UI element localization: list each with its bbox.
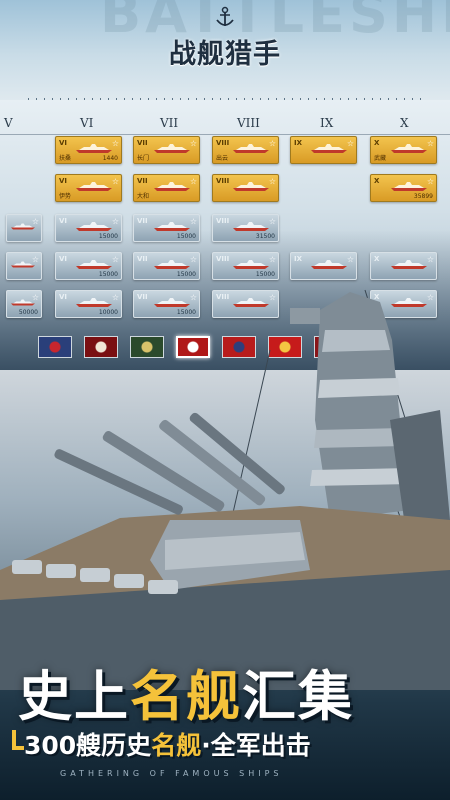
- tier-badge: X: [374, 255, 380, 263]
- headline-highlight: 名舰: [130, 665, 242, 728]
- tier-label: IX: [320, 116, 334, 130]
- tier-label: VI: [80, 116, 94, 130]
- top-banner: BATTLESHIP 战舰猎手: [0, 0, 450, 104]
- english-tagline: GATHERING OF FAMOUS SHIPS: [60, 769, 283, 778]
- star-icon: ☆: [268, 177, 276, 186]
- star-icon: ☆: [426, 255, 434, 264]
- star-icon: ☆: [31, 217, 39, 226]
- tier-label: V: [4, 116, 13, 130]
- tier-badge: VI: [59, 255, 68, 263]
- tier-badge: VI: [59, 139, 68, 147]
- subheadline-part: 300艘历史: [24, 731, 152, 760]
- ship-silhouette-icon: [154, 182, 190, 191]
- ship-silhouette-icon: [76, 182, 112, 191]
- ship-name: 大和: [137, 193, 150, 200]
- star-icon: ☆: [426, 177, 434, 186]
- ship-name: 扶桑: [59, 155, 72, 162]
- ship-name: 伊势: [59, 193, 72, 200]
- subheadline: 300艘历史名舰·全军出击: [24, 726, 311, 762]
- star-icon: ☆: [111, 255, 119, 264]
- anchor-icon: [216, 6, 234, 26]
- tier-label: VII: [160, 116, 179, 130]
- ship-silhouette-icon: [391, 260, 427, 269]
- star-icon: ☆: [189, 139, 197, 148]
- ship-card[interactable]: VIII 出云 ☆: [212, 136, 279, 164]
- ship-card[interactable]: VII 长门 ☆: [133, 136, 200, 164]
- ship-name: 出云: [216, 155, 229, 162]
- tier-badge: VIII: [216, 255, 230, 263]
- star-icon: ☆: [426, 139, 434, 148]
- ship-silhouette-icon: [311, 144, 347, 153]
- ship-silhouette-icon: [154, 260, 190, 269]
- ship-card[interactable]: VII 大和 ☆: [133, 174, 200, 202]
- star-icon: ☆: [268, 255, 276, 264]
- ship-card[interactable]: VII 15000 ☆: [133, 214, 200, 242]
- tier-badge: VI: [59, 177, 68, 185]
- ship-silhouette-icon: [391, 182, 427, 191]
- ship-silhouette-icon: [233, 182, 269, 191]
- subheadline-highlight: 名舰: [151, 731, 202, 760]
- ship-cost: 15000: [98, 233, 118, 240]
- ship-card[interactable]: VI 扶桑 1440 ☆: [55, 136, 122, 164]
- subheadline-part: ·全军出击: [201, 731, 311, 760]
- ship-card[interactable]: IX ☆: [290, 136, 357, 164]
- star-icon: ☆: [111, 139, 119, 148]
- ship-card[interactable]: VIII 31500 ☆: [212, 214, 279, 242]
- ship-card[interactable]: X 35899 ☆: [370, 174, 437, 202]
- star-icon: ☆: [268, 217, 276, 226]
- ship-cost: 1440: [102, 155, 118, 162]
- ship-card[interactable]: ☆: [6, 214, 42, 242]
- ship-silhouette-icon: [311, 260, 347, 269]
- game-logo: 战舰猎手: [168, 6, 282, 72]
- tier-header: V VI VII VIII IX X: [0, 114, 450, 135]
- ship-silhouette-icon: [76, 222, 112, 231]
- star-icon: ☆: [346, 255, 354, 264]
- tier-badge: VII: [137, 139, 148, 147]
- star-icon: ☆: [268, 139, 276, 148]
- tier-badge: IX: [294, 139, 303, 147]
- tier-badge: VI: [59, 217, 68, 225]
- ship-card[interactable]: VI 15000 ☆: [55, 214, 122, 242]
- tier-badge: X: [374, 177, 380, 185]
- star-icon: ☆: [31, 255, 39, 264]
- ship-card[interactable]: VI 伊势 ☆: [55, 174, 122, 202]
- logo-title: 战舰猎手: [169, 39, 281, 70]
- tier-label: VIII: [237, 116, 260, 130]
- star-icon: ☆: [111, 217, 119, 226]
- star-icon: ☆: [189, 255, 197, 264]
- star-icon: ☆: [189, 217, 197, 226]
- tier-badge: VII: [137, 177, 148, 185]
- tier-badge: VII: [137, 217, 148, 225]
- ship-silhouette-icon: [76, 144, 112, 153]
- ship-silhouette-icon: [233, 222, 269, 231]
- star-icon: ☆: [189, 177, 197, 186]
- ship-silhouette-icon: [233, 260, 269, 269]
- ship-card[interactable]: X 武藏 ☆: [370, 136, 437, 164]
- star-icon: ☆: [111, 177, 119, 186]
- tier-badge: VIII: [216, 177, 230, 185]
- ship-cost: 15000: [176, 233, 196, 240]
- ship-name: 长门: [137, 155, 150, 162]
- tier-badge: VIII: [216, 139, 230, 147]
- ship-silhouette-icon: [391, 144, 427, 153]
- ship-cost: 35899: [413, 193, 433, 200]
- ship-silhouette-icon: [154, 144, 190, 153]
- ship-silhouette-icon: [154, 222, 190, 231]
- promo-screen: BATTLESHIP 战舰猎手 V VI VII VIII IX X VI 扶桑 1…: [0, 0, 450, 800]
- tier-badge: VII: [137, 255, 148, 263]
- star-icon: ☆: [346, 139, 354, 148]
- tier-label: X: [400, 116, 409, 130]
- tier-badge: IX: [294, 255, 303, 263]
- headline-part: 汇集: [242, 665, 354, 728]
- tier-badge: X: [374, 139, 380, 147]
- headline: 史上名舰汇集: [18, 652, 354, 731]
- ship-name: 武藏: [374, 155, 387, 162]
- ship-silhouette-icon: [233, 144, 269, 153]
- tier-badge: VIII: [216, 217, 230, 225]
- battleship-illustration: [0, 289, 450, 690]
- ship-card[interactable]: VIII ☆: [212, 174, 279, 202]
- ship-cost: 31500: [255, 233, 275, 240]
- headline-part: 史上: [18, 665, 130, 728]
- ship-silhouette-icon: [76, 260, 112, 269]
